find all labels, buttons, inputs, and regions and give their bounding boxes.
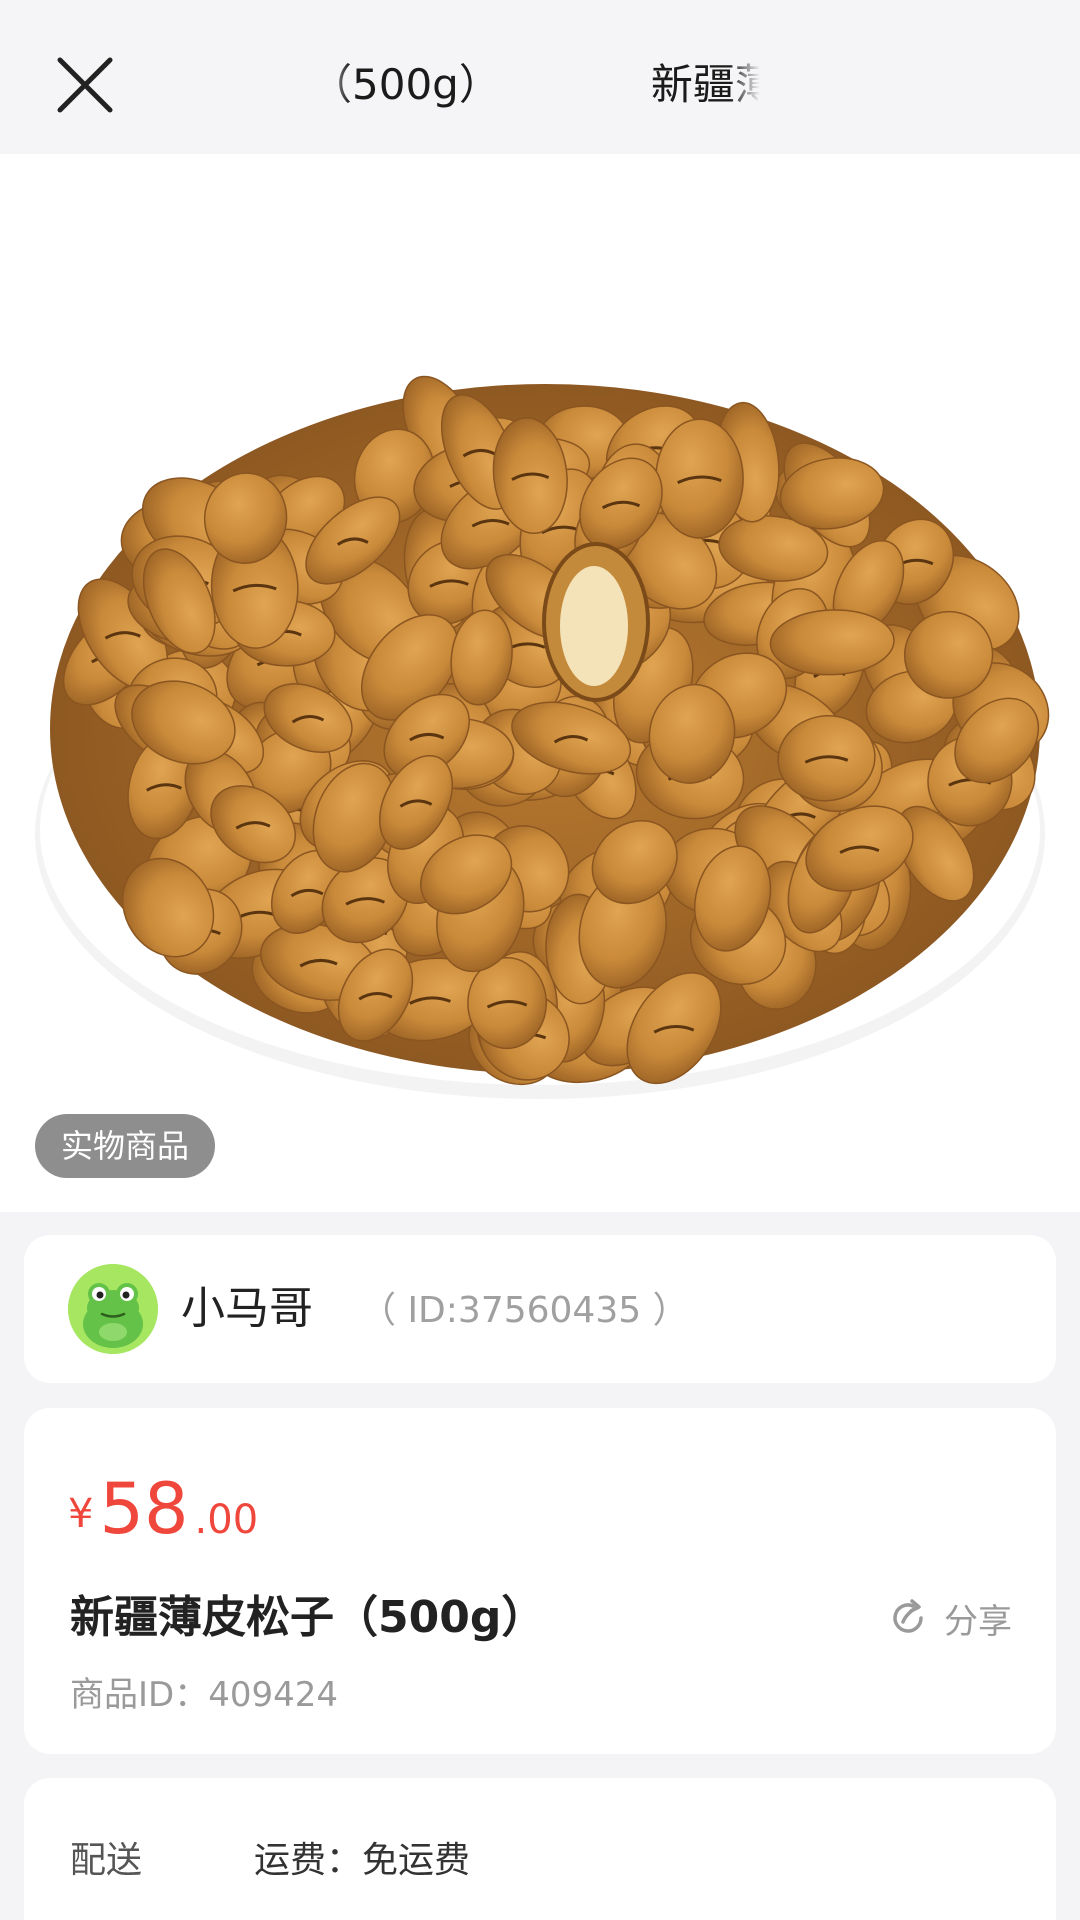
pine-nuts-photo — [35, 375, 1050, 1099]
seller-card[interactable]: 小马哥 （ ID:37560435 ） — [24, 1235, 1056, 1383]
seller-name: 小马哥 — [181, 1283, 313, 1334]
share-label[interactable]: 分享 — [944, 1594, 1012, 1643]
delivery-value: 运费：免运费 — [254, 1840, 471, 1881]
close-button[interactable] — [52, 52, 118, 118]
seller-id: （ ID:37560435 ） — [360, 1290, 689, 1331]
price: ¥58.00 — [68, 1464, 258, 1554]
share-icon[interactable] — [888, 1598, 928, 1638]
product-image[interactable]: 实物商品 — [0, 154, 1080, 1212]
product-title: 新疆薄皮松子（500g） — [70, 1592, 546, 1643]
price-currency: ¥ — [68, 1491, 94, 1537]
top-bar: 新疆薄皮松子（500g）新疆薄皮松子（500g） — [0, 0, 1080, 154]
price-decimal: .00 — [194, 1497, 259, 1543]
frog-avatar-icon — [68, 1264, 158, 1354]
close-icon[interactable] — [52, 52, 118, 118]
delivery-card: 配送 运费：免运费 — [24, 1778, 1056, 1920]
share-button[interactable]: 分享 — [888, 1592, 1012, 1644]
seller-avatar[interactable] — [68, 1264, 158, 1354]
title-marquee: 新疆薄皮松子（500g）新疆薄皮松子（500g） — [320, 50, 760, 120]
price-integer: 58 — [99, 1468, 189, 1550]
physical-goods-badge: 实物商品 — [35, 1114, 216, 1178]
product-info-card: ¥58.00 新疆薄皮松子（500g） 商品ID：409424 分享 — [24, 1408, 1056, 1754]
delivery-label: 配送 — [70, 1840, 143, 1881]
product-id: 商品ID：409424 — [70, 1675, 338, 1715]
